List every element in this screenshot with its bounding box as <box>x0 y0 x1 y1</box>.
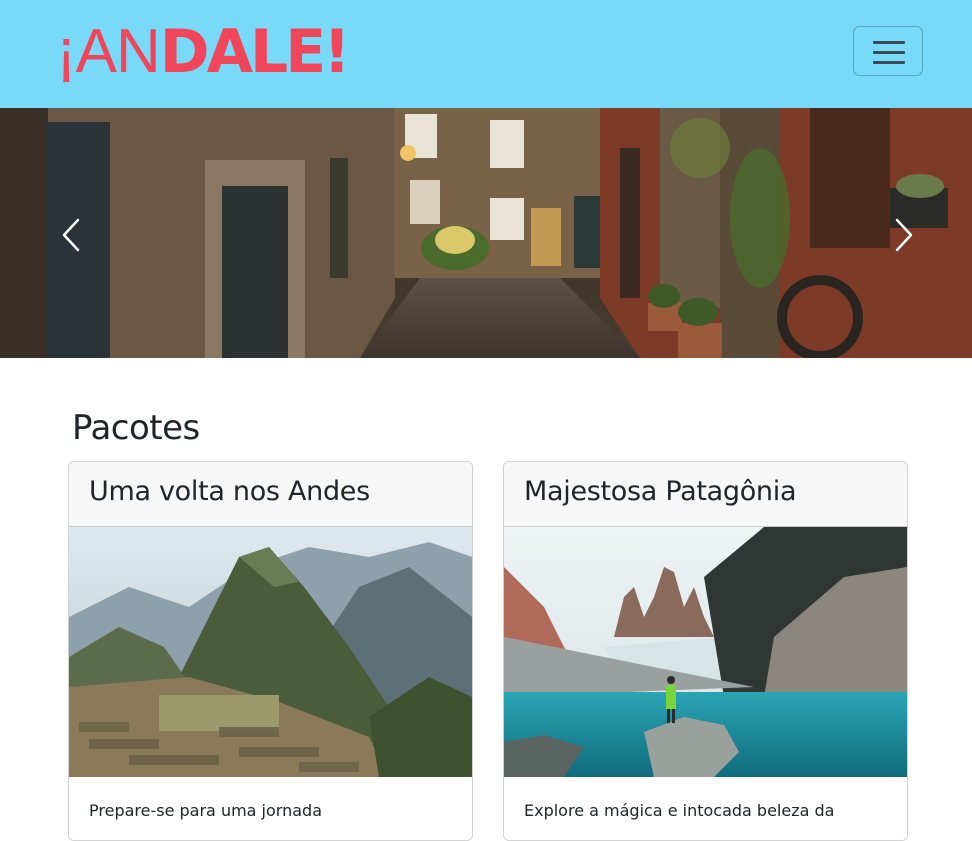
hero-carousel <box>0 108 972 358</box>
brand-logo[interactable]: ¡ANDALE! <box>56 17 351 87</box>
card-title: Uma volta nos Andes <box>69 462 472 527</box>
carousel-slide-image <box>0 108 972 358</box>
package-card[interactable]: Majestosa Patagônia Explore a mágica e i… <box>503 461 908 841</box>
card-text: Prepare-se para uma jornada <box>89 801 322 820</box>
chevron-left-icon <box>62 218 80 252</box>
brand-text-thin: ¡AN <box>56 17 161 86</box>
card-text: Explore a mágica e intocada beleza da <box>524 801 835 820</box>
brand-text-bold: DALE! <box>159 17 351 87</box>
section-title: Pacotes <box>72 408 200 448</box>
package-card[interactable]: Uma volta nos Andes Prepare-se para uma … <box>68 461 473 841</box>
chevron-right-icon <box>895 218 913 252</box>
machu-picchu-photo <box>69 527 472 777</box>
carousel-prev-button[interactable] <box>0 108 140 358</box>
navbar: ¡ANDALE! <box>0 0 972 108</box>
card-title: Majestosa Patagônia <box>504 462 907 527</box>
carousel-next-button[interactable] <box>832 108 972 358</box>
navbar-toggle-button[interactable] <box>853 26 923 76</box>
torres-del-paine-photo <box>504 527 907 777</box>
